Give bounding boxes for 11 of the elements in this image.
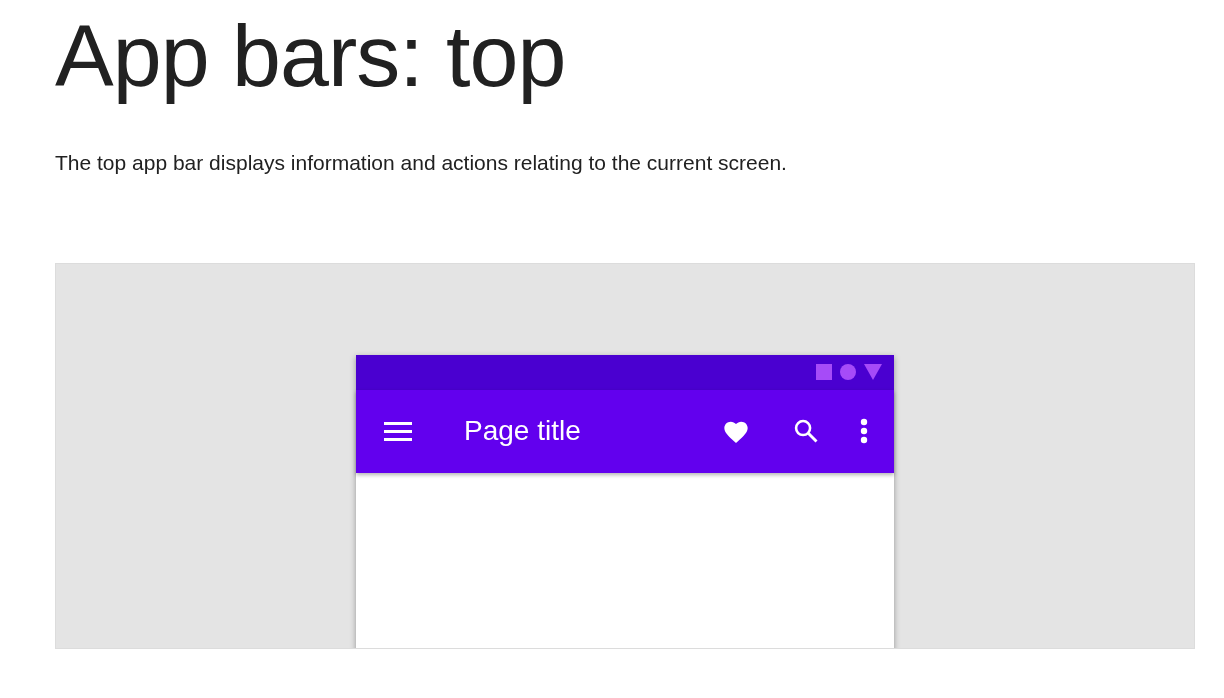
description: The top app bar displays information and actions relating to the current screen. — [55, 150, 788, 176]
page-title: Page title — [464, 414, 582, 448]
circle-icon — [840, 364, 856, 380]
search-icon — [792, 417, 820, 445]
menu-button[interactable] — [384, 421, 412, 441]
menu-icon — [384, 421, 412, 441]
more-icon — [860, 418, 868, 444]
triangle-icon — [864, 364, 882, 380]
more-button[interactable] — [860, 418, 868, 444]
square-icon — [816, 364, 832, 380]
search-button[interactable] — [792, 417, 820, 445]
